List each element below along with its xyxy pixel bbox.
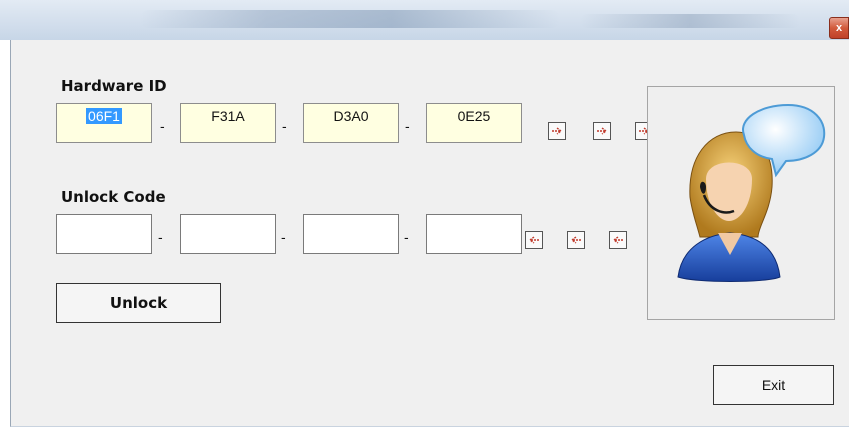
- arrow-left-icon: [528, 236, 539, 244]
- hardware-id-field-3[interactable]: D3A0: [303, 103, 399, 143]
- copy-arrow-button[interactable]: [593, 122, 611, 140]
- arrow-right-icon: [552, 127, 563, 135]
- separator: -: [282, 118, 287, 134]
- selected-text: 06F1: [86, 108, 122, 124]
- separator: -: [158, 229, 163, 245]
- close-button[interactable]: x: [829, 17, 849, 39]
- title-bar: x: [0, 0, 849, 40]
- unlock-dialog: Hardware ID 06F1 - F31A - D3A0 - 0E25 Un…: [10, 40, 849, 427]
- unlock-code-field-2[interactable]: [180, 214, 276, 254]
- copy-arrow-button[interactable]: [548, 122, 566, 140]
- paste-arrow-button[interactable]: [525, 231, 543, 249]
- hardware-id-field-2[interactable]: F31A: [180, 103, 276, 143]
- support-agent-icon: [677, 103, 826, 282]
- unlock-button[interactable]: Unlock: [56, 283, 221, 323]
- arrow-left-icon: [570, 236, 581, 244]
- unlock-code-label: Unlock Code: [61, 188, 166, 206]
- arrow-right-icon: [597, 127, 608, 135]
- image-panel: [647, 86, 835, 320]
- title-bar-blur: [140, 10, 560, 28]
- separator: -: [281, 229, 286, 245]
- unlock-code-field-4[interactable]: [426, 214, 522, 254]
- hardware-id-field-4[interactable]: 0E25: [426, 103, 522, 143]
- paste-arrow-button[interactable]: [609, 231, 627, 249]
- exit-button[interactable]: Exit: [713, 365, 834, 405]
- title-bar-blur: [580, 14, 800, 28]
- paste-arrow-button[interactable]: [567, 231, 585, 249]
- hardware-id-label: Hardware ID: [61, 77, 167, 95]
- separator: -: [405, 118, 410, 134]
- separator: -: [160, 118, 165, 134]
- unlock-code-field-1[interactable]: [56, 214, 152, 254]
- unlock-code-field-3[interactable]: [303, 214, 399, 254]
- separator: -: [404, 229, 409, 245]
- hardware-id-field-1[interactable]: 06F1: [56, 103, 152, 143]
- arrow-left-icon: [612, 236, 623, 244]
